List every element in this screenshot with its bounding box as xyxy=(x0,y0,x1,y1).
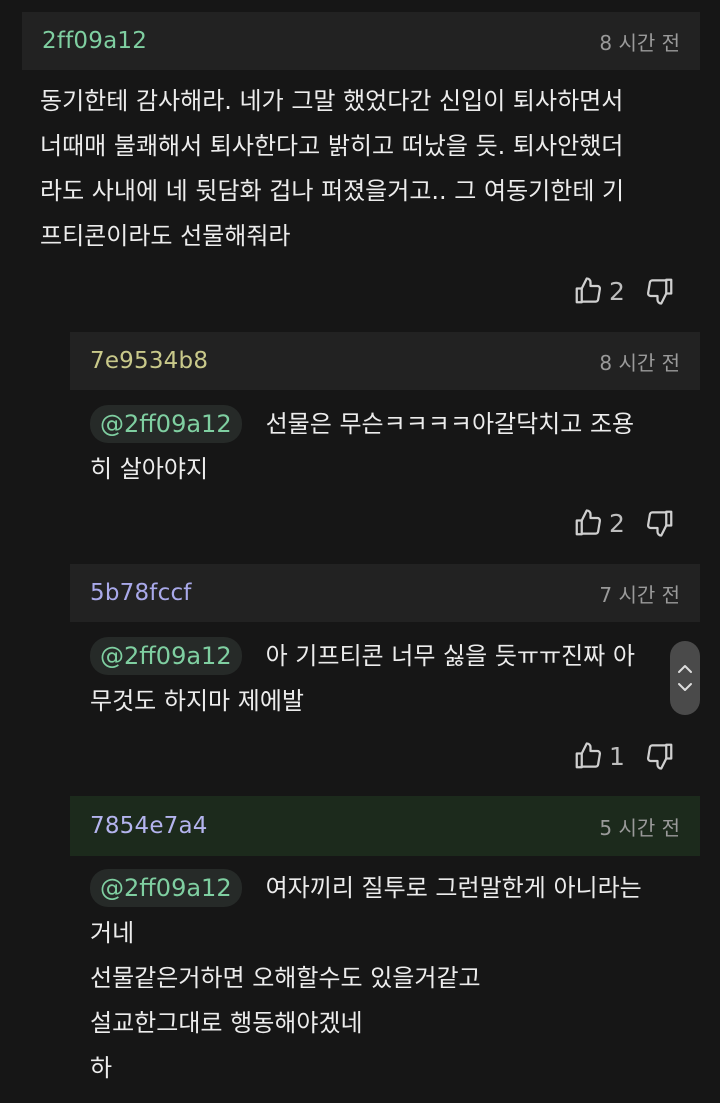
dislike-button[interactable] xyxy=(645,741,675,771)
reply-line: 선물같은거하면 오해할수도 있을거같고 xyxy=(90,964,481,992)
reply-text: 여자끼리 질투로 그런말한게 아니라는 xyxy=(265,874,642,902)
reply-header: 5b78fccf 7 시간 전 xyxy=(70,564,700,622)
thumbs-up-icon xyxy=(575,277,601,304)
reply-line: 거네 xyxy=(90,919,135,947)
comment-time: 8 시간 전 xyxy=(599,30,680,55)
mention-link[interactable]: @2ff09a12 xyxy=(90,637,242,675)
comment-header: 2ff09a12 8 시간 전 xyxy=(22,12,700,70)
reply-line: @2ff09a12 여자끼리 질투로 그런말한게 아니라는 xyxy=(90,866,642,911)
reply-body: @2ff09a12 아 기프티콘 너무 싫을 듯ㅠㅠ진짜 아 무것도 하지마 제에… xyxy=(90,634,635,724)
thumbs-down-icon xyxy=(646,278,673,305)
comment-author[interactable]: 2ff09a12 xyxy=(42,28,147,54)
thumbs-up-icon xyxy=(575,509,601,536)
scroll-handle[interactable] xyxy=(670,641,700,715)
vote-bar: 2 xyxy=(573,503,675,543)
like-button[interactable]: 2 xyxy=(573,508,625,538)
reply-body: @2ff09a12 선물은 무슨ㅋㅋㅋㅋ아갈닥치고 조용 히 살아야지 xyxy=(90,402,634,492)
reply-author[interactable]: 7e9534b8 xyxy=(90,348,208,374)
reply-time: 7 시간 전 xyxy=(599,582,680,607)
reply-header: 7e9534b8 8 시간 전 xyxy=(70,332,700,390)
comment-line: 동기한테 감사해라. 네가 그말 했었다간 신입이 퇴사하면서 xyxy=(40,87,624,115)
mention-link[interactable]: @2ff09a12 xyxy=(90,405,242,443)
comment-line: 너때매 불쾌해서 퇴사한다고 밝히고 떠났을 듯. 퇴사안했더 xyxy=(40,132,624,160)
reply-line: @2ff09a12 선물은 무슨ㅋㅋㅋㅋ아갈닥치고 조용 xyxy=(90,402,634,447)
reply-line: @2ff09a12 아 기프티콘 너무 싫을 듯ㅠㅠ진짜 아 xyxy=(90,634,635,679)
reply-text: 선물은 무슨ㅋㅋㅋㅋ아갈닥치고 조용 xyxy=(265,410,635,438)
dislike-button[interactable] xyxy=(645,276,675,306)
dislike-button[interactable] xyxy=(645,508,675,538)
reply-time: 8 시간 전 xyxy=(599,350,680,375)
thumbs-up-icon xyxy=(575,742,601,769)
reply-line: 설교한그대로 행동해야겠네 xyxy=(90,1009,363,1037)
thumbs-down-icon xyxy=(646,510,673,537)
vote-bar: 2 xyxy=(573,271,675,311)
comment-body: 동기한테 감사해라. 네가 그말 했었다간 신입이 퇴사하면서 너때매 불쾌해서… xyxy=(40,79,624,259)
reply-author[interactable]: 7854e7a4 xyxy=(90,813,208,839)
like-count: 1 xyxy=(609,741,625,771)
vote-bar: 1 xyxy=(573,736,675,776)
like-button[interactable]: 1 xyxy=(573,741,625,771)
reply-line: 하 xyxy=(90,1054,113,1082)
comment-line: 라도 사내에 네 뒷담화 겁나 퍼졌을거고.. 그 여동기한테 기 xyxy=(40,177,625,205)
reply-line: 히 살아야지 xyxy=(90,455,209,483)
chevron-down-icon[interactable] xyxy=(677,681,693,693)
mention-link[interactable]: @2ff09a12 xyxy=(90,869,242,907)
reply-time: 5 시간 전 xyxy=(599,815,680,840)
reply-text: 아 기프티콘 너무 싫을 듯ㅠㅠ진짜 아 xyxy=(265,642,635,670)
like-button[interactable]: 2 xyxy=(573,276,625,306)
like-count: 2 xyxy=(609,508,625,538)
reply-header-highlighted: 7854e7a4 5 시간 전 xyxy=(70,796,700,856)
reply-author[interactable]: 5b78fccf xyxy=(90,580,192,606)
reply-line: 무것도 하지마 제에발 xyxy=(90,687,304,715)
comment-line: 프티콘이라도 선물해줘라 xyxy=(40,222,291,250)
like-count: 2 xyxy=(609,276,625,306)
chevron-up-icon[interactable] xyxy=(677,663,693,675)
reply-body: @2ff09a12 여자끼리 질투로 그런말한게 아니라는 거네 선물같은거하면 … xyxy=(90,866,642,1091)
thumbs-down-icon xyxy=(646,743,673,770)
